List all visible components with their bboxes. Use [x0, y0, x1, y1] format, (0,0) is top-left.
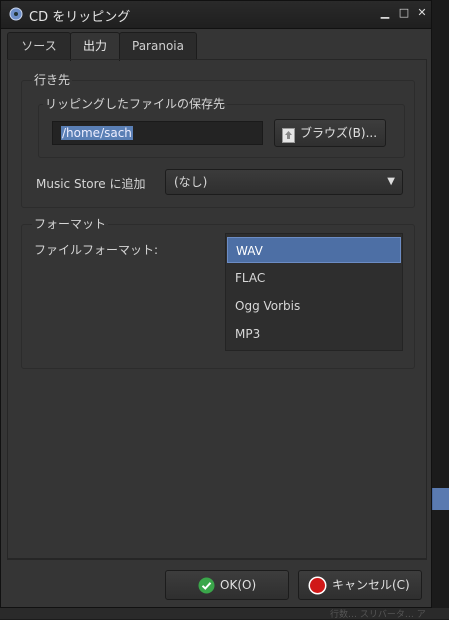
ok-label: OK(O)	[220, 578, 257, 592]
stop-icon	[308, 576, 327, 604]
format-heading: フォーマット	[32, 215, 109, 232]
music-store-combo[interactable]: (なし) ▼	[165, 169, 403, 195]
music-store-value: (なし)	[174, 175, 208, 189]
check-icon	[198, 577, 215, 603]
ok-button[interactable]: OK(O)	[165, 570, 289, 600]
window-title: CD をリッピング	[29, 10, 131, 25]
cancel-button[interactable]: キャンセル(C)	[298, 570, 422, 600]
background-bottom-bar: 行数… スリバータ… ア	[0, 608, 449, 620]
app-icon	[9, 7, 23, 21]
format-option-mp3[interactable]: MP3	[227, 321, 401, 347]
format-option-flac[interactable]: FLAC	[227, 265, 401, 291]
footer-separator	[7, 559, 427, 560]
background-status-text: 行数… スリバータ… ア	[330, 610, 426, 620]
music-store-label: Music Store に追加	[36, 177, 146, 191]
format-option-ogg[interactable]: Ogg Vorbis	[227, 293, 401, 319]
folder-up-icon	[282, 126, 295, 152]
save-path-value: /home/sach	[61, 126, 133, 140]
cancel-label: キャンセル(C)	[332, 578, 410, 592]
rip-cd-dialog: CD をリッピング ▁ □ ✕ ソース 出力 Paranoia 行き先 リッピン…	[0, 0, 432, 608]
dropdown-arrow-icon: ▼	[387, 176, 395, 187]
format-option-wav[interactable]: WAV	[227, 237, 401, 263]
maximize-icon[interactable]: □	[397, 6, 411, 20]
close-icon[interactable]: ✕	[415, 6, 429, 20]
titlebar[interactable]: CD をリッピング ▁ □ ✕	[1, 1, 431, 29]
tab-paranoia[interactable]: Paranoia	[119, 32, 197, 59]
file-format-label: ファイルフォーマット:	[34, 243, 159, 257]
destination-heading: 行き先	[32, 71, 73, 88]
tab-source[interactable]: ソース	[7, 32, 71, 59]
browse-button[interactable]: ブラウズ(B)...	[274, 119, 386, 147]
minimize-icon[interactable]: ▁	[378, 6, 392, 20]
save-location-label: リッピングしたファイルの保存先	[43, 95, 228, 112]
background-strip-edge	[433, 488, 449, 510]
file-format-list[interactable]: WAV FLAC Ogg Vorbis MP3	[225, 233, 403, 351]
tab-output[interactable]: 出力	[70, 32, 120, 61]
save-path-input[interactable]: /home/sach	[52, 121, 263, 145]
browse-label: ブラウズ(B)...	[300, 126, 378, 140]
